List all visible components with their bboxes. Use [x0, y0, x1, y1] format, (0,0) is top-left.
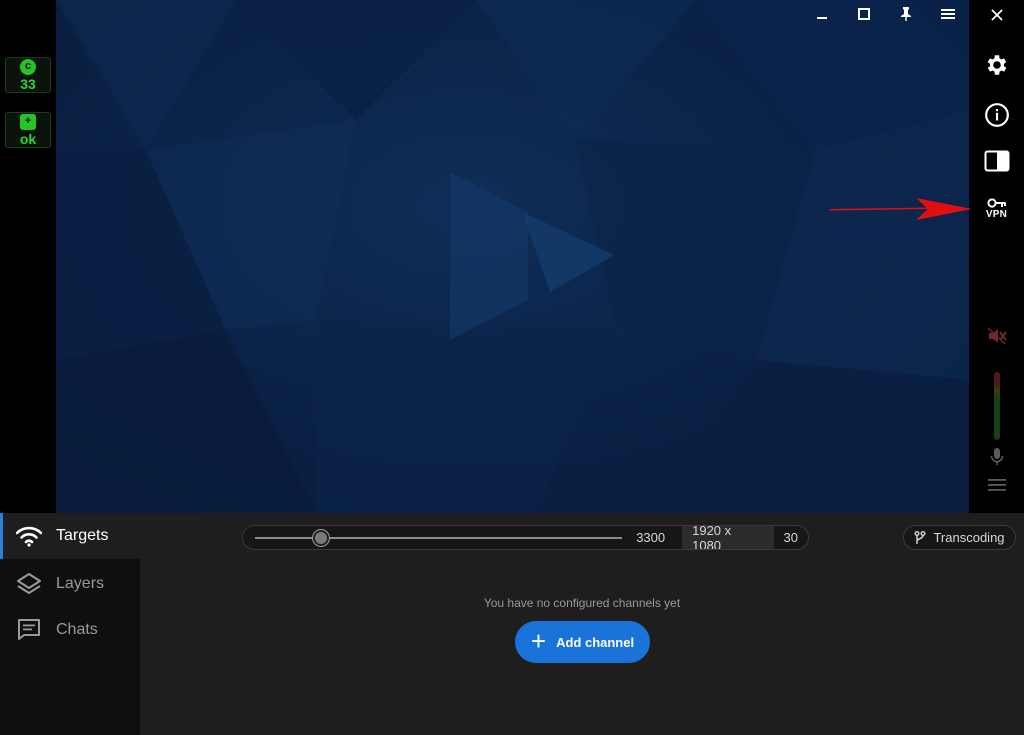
branch-icon: [914, 530, 926, 544]
add-channel-label: Add channel: [556, 634, 635, 650]
cpu-status: c 33: [5, 57, 51, 93]
status-column: c 33 + ok: [0, 0, 56, 513]
info-icon: [984, 103, 1009, 127]
nav-label-targets: Targets: [56, 527, 109, 544]
chat-icon: [18, 619, 40, 640]
layout-toggle-icon: [984, 150, 1009, 172]
speaker-mute-button[interactable]: [969, 322, 1024, 350]
vpn-label: VPN: [985, 209, 1008, 220]
close-button[interactable]: [969, 2, 1024, 28]
fps-select[interactable]: 30: [774, 530, 808, 545]
info-button[interactable]: [969, 98, 1024, 132]
resolution-select[interactable]: 1920 x 1080: [682, 526, 774, 549]
wifi-icon: [16, 526, 42, 547]
minimize-icon: [817, 17, 827, 19]
settings-icon: [987, 55, 1006, 75]
transcoding-button[interactable]: Transcoding: [903, 525, 1016, 550]
audio-menu-button[interactable]: [969, 474, 1024, 496]
transcoding-label: Transcoding: [933, 530, 1005, 545]
nav-item-layers[interactable]: Layers: [0, 561, 140, 607]
microphone-button[interactable]: [969, 444, 1024, 470]
health-value: ok: [19, 130, 37, 147]
vpn-key-icon: [986, 198, 1006, 208]
annotation-arrow-icon: [830, 198, 972, 220]
health-status: + ok: [5, 112, 51, 148]
plus-icon: +: [530, 626, 547, 656]
quality-control: 3300 1920 x 1080 30: [242, 525, 809, 550]
menu-icon: [941, 9, 955, 19]
bottom-panel: Targets Layers Chats 3300 1920 x 1080 30…: [0, 513, 1024, 735]
nav-item-chats[interactable]: Chats: [0, 607, 140, 653]
health-icon: +: [20, 113, 36, 130]
window-controls: [801, 0, 969, 28]
nav-label-layers: Layers: [56, 575, 105, 592]
settings-button[interactable]: [969, 48, 1024, 82]
speaker-muted-icon: [986, 327, 1007, 345]
preview-background: [56, 0, 969, 513]
sidebar-nav: Targets Layers Chats: [0, 513, 140, 735]
minimize-button[interactable]: [801, 0, 843, 28]
layout-toggle-button[interactable]: [969, 146, 1024, 176]
pin-button[interactable]: [885, 0, 927, 28]
cpu-icon: c: [20, 58, 36, 75]
targets-panel: 3300 1920 x 1080 30 Transcoding You have…: [140, 513, 1024, 735]
bitrate-slider-thumb[interactable]: [313, 529, 330, 546]
close-icon: [990, 9, 1003, 21]
microphone-icon: [990, 448, 1003, 465]
bitrate-slider[interactable]: [255, 529, 623, 546]
audio-level-meter: [994, 372, 1000, 440]
nav-label-chats: Chats: [56, 621, 98, 638]
layers-icon: [17, 573, 41, 594]
menu-button[interactable]: [927, 0, 969, 28]
maximize-icon: [858, 8, 870, 20]
add-channel-button[interactable]: + Add channel: [515, 621, 650, 663]
preview-canvas: [56, 0, 969, 513]
cpu-value: 33: [20, 75, 36, 92]
pin-icon: [901, 7, 911, 21]
hamburger-icon: [987, 479, 1006, 491]
maximize-button[interactable]: [843, 0, 885, 28]
nav-item-targets[interactable]: Targets: [0, 513, 140, 559]
empty-channels-message: You have no configured channels yet: [483, 596, 681, 610]
bitrate-value: 3300: [636, 530, 666, 545]
app-window: c 33 + ok VPN Targets Layers Chats 3300 …: [0, 0, 1024, 735]
vpn-button[interactable]: VPN: [969, 194, 1024, 224]
